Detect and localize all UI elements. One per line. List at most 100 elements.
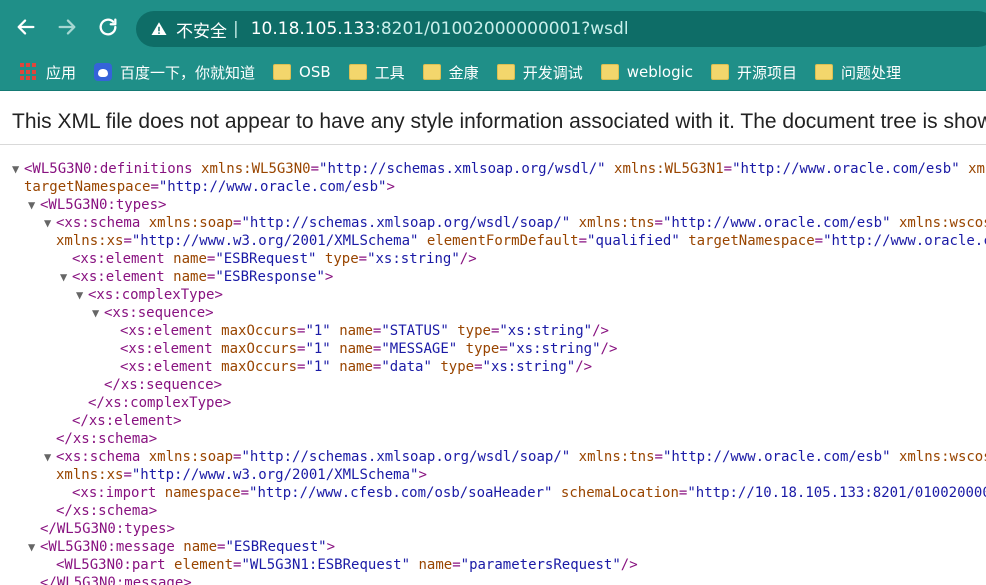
- xml-line[interactable]: ▼ <WL5G3N0:message name="ESBRequest">: [0, 538, 986, 556]
- xml-line-text: <xs:schema xmlns:soap="http://schemas.xm…: [56, 449, 986, 465]
- xml-line-text: <WL5G3N0:part element="WL5G3N1:ESBReques…: [56, 557, 638, 573]
- xml-tree: ▼ <WL5G3N0:definitions xmlns:WL5G3N0="htt…: [0, 160, 986, 585]
- xml-line[interactable]: ▼ <xs:schema xmlns:soap="http://schemas.x…: [0, 214, 986, 232]
- xml-line-text: <WL5G3N0:types>: [40, 197, 167, 213]
- collapse-toggle-icon[interactable]: ▼: [44, 214, 54, 232]
- xml-line-text: xmlns:xs="http://www.w3.org/2001/XMLSche…: [56, 233, 986, 249]
- xml-line-text: xmlns:xs="http://www.w3.org/2001/XMLSche…: [56, 467, 427, 483]
- arrow-left-icon: [17, 19, 35, 35]
- back-button[interactable]: [12, 13, 40, 41]
- xml-line-text: </xs:schema>: [56, 431, 158, 447]
- collapse-toggle-icon[interactable]: ▼: [76, 286, 86, 304]
- bookmark-folder-issues[interactable]: 问题处理: [815, 58, 901, 86]
- browser-top-bar: 不安全 | 10.18.105.133:8201/01002000000001?…: [0, 0, 986, 54]
- baidu-paw-icon: [94, 63, 113, 81]
- xml-line: </WL5G3N0:message>: [0, 574, 986, 585]
- bookmark-folder-weblogic[interactable]: weblogic: [600, 58, 694, 86]
- xml-line-text: targetNamespace="http://www.oracle.com/e…: [24, 179, 395, 195]
- reload-icon: [99, 18, 117, 36]
- xml-line: <xs:element maxOccurs="1" name="STATUS" …: [0, 322, 986, 340]
- xml-line: targetNamespace="http://www.oracle.com/e…: [0, 178, 986, 196]
- xml-line-text: <WL5G3N0:definitions xmlns:WL5G3N0="http…: [24, 161, 986, 177]
- bookmark-baidu[interactable]: 百度一下，你就知道: [94, 58, 255, 86]
- collapse-toggle-icon[interactable]: ▼: [44, 448, 54, 466]
- xml-line-text: </xs:element>: [72, 413, 182, 429]
- xml-line: <WL5G3N0:part element="WL5G3N1:ESBReques…: [0, 556, 986, 574]
- folder-icon: [815, 64, 834, 80]
- bookmark-label: 金康: [448, 63, 479, 82]
- xml-line: </WL5G3N0:types>: [0, 520, 986, 538]
- xml-line-text: <WL5G3N0:message name="ESBRequest">: [40, 539, 336, 555]
- xml-line: </xs:element>: [0, 412, 986, 430]
- folder-icon: [273, 64, 292, 80]
- xml-line-text: </xs:complexType>: [88, 395, 232, 411]
- xml-line-text: <xs:element name="ESBRequest" type="xs:s…: [72, 251, 477, 267]
- folder-icon: [348, 64, 367, 80]
- xml-line: <xs:element name="ESBRequest" type="xs:s…: [0, 250, 986, 268]
- bookmark-folder-jinkang[interactable]: 金康: [422, 58, 479, 86]
- xml-line: </xs:schema>: [0, 502, 986, 520]
- xml-line-text: </WL5G3N0:types>: [40, 521, 175, 537]
- xml-line: xmlns:xs="http://www.w3.org/2001/XMLSche…: [0, 232, 986, 250]
- bookmark-folder-dev-debug[interactable]: 开发调试: [496, 58, 583, 86]
- xml-line-text: <xs:schema xmlns:soap="http://schemas.xm…: [56, 215, 986, 231]
- xml-line[interactable]: ▼ <xs:element name="ESBResponse">: [0, 268, 986, 286]
- xml-line[interactable]: ▼ <xs:schema xmlns:soap="http://schemas.x…: [0, 448, 986, 466]
- forward-button[interactable]: [53, 13, 81, 41]
- url-host: 10.18.105.133: [250, 19, 376, 39]
- xml-line-text: <xs:sequence>: [104, 305, 214, 321]
- bookmark-folder-open-source[interactable]: 开源项目: [711, 58, 797, 86]
- url-path: :8201/01002000000001?wsdl: [375, 19, 629, 39]
- xml-line-text: <xs:element maxOccurs="1" name="data" ty…: [120, 359, 593, 375]
- xml-info-message: This XML file does not appear to have an…: [12, 110, 986, 133]
- xml-line[interactable]: ▼ <WL5G3N0:types>: [0, 196, 986, 214]
- xml-line-text: </WL5G3N0:message>: [40, 575, 192, 585]
- xml-line[interactable]: ▼ <xs:sequence>: [0, 304, 986, 322]
- info-divider: [0, 144, 986, 145]
- xml-line: </xs:complexType>: [0, 394, 986, 412]
- collapse-toggle-icon[interactable]: ▼: [60, 268, 70, 286]
- collapse-toggle-icon[interactable]: ▼: [12, 160, 22, 178]
- bookmark-apps[interactable]: 应用: [20, 58, 76, 86]
- bookmark-label: 开发调试: [522, 63, 583, 82]
- bookmark-folder-osb[interactable]: OSB: [273, 58, 331, 86]
- arrow-right-icon: [58, 19, 76, 35]
- folder-icon: [496, 64, 515, 80]
- collapse-toggle-icon[interactable]: ▼: [28, 196, 38, 214]
- xml-line-text: </xs:schema>: [56, 503, 158, 519]
- bookmark-label: 百度一下，你就知道: [120, 63, 256, 82]
- bookmark-label: weblogic: [626, 63, 694, 81]
- insecure-label[interactable]: 不安全: [176, 17, 227, 42]
- bookmark-label: 开源项目: [737, 63, 798, 82]
- xml-line: </xs:sequence>: [0, 376, 986, 394]
- xml-line: <xs:element maxOccurs="1" name="MESSAGE"…: [0, 340, 986, 358]
- address-separator: |: [233, 19, 239, 39]
- xml-line-text: <xs:element name="ESBResponse">: [72, 269, 334, 285]
- bookmark-label: OSB: [299, 63, 331, 81]
- bookmark-label: 工具: [374, 63, 405, 82]
- apps-grid-icon: [20, 63, 38, 81]
- xml-line-text: <xs:element maxOccurs="1" name="MESSAGE"…: [120, 341, 618, 357]
- folder-icon: [422, 64, 441, 80]
- folder-icon: [600, 64, 619, 80]
- xml-line-text: <xs:import namespace="http://www.cfesb.c…: [72, 485, 986, 501]
- reload-button[interactable]: [94, 13, 122, 41]
- xml-line-text: <xs:element maxOccurs="1" name="STATUS" …: [120, 323, 609, 339]
- bookmark-folder-tools[interactable]: 工具: [348, 58, 405, 86]
- address-bar[interactable]: 不安全 | 10.18.105.133:8201/01002000000001?…: [136, 11, 986, 47]
- bookmark-label: 应用: [46, 63, 77, 82]
- xml-line: </xs:schema>: [0, 430, 986, 448]
- warning-icon: [151, 22, 167, 35]
- xml-line-text: <xs:complexType>: [88, 287, 223, 303]
- collapse-toggle-icon[interactable]: ▼: [92, 304, 102, 322]
- bookmark-label: 问题处理: [841, 63, 902, 82]
- xml-line: <xs:import namespace="http://www.cfesb.c…: [0, 484, 986, 502]
- xml-line: xmlns:xs="http://www.w3.org/2001/XMLSche…: [0, 466, 986, 484]
- xml-line: <xs:element maxOccurs="1" name="data" ty…: [0, 358, 986, 376]
- xml-line[interactable]: ▼ <xs:complexType>: [0, 286, 986, 304]
- xml-line[interactable]: ▼ <WL5G3N0:definitions xmlns:WL5G3N0="htt…: [0, 160, 986, 178]
- xml-line-text: </xs:sequence>: [104, 377, 223, 393]
- folder-icon: [711, 64, 730, 80]
- bookmarks-bar: 应用 百度一下，你就知道 OSB 工具 金康 开发调试 weblogic 开源项…: [0, 54, 986, 91]
- collapse-toggle-icon[interactable]: ▼: [28, 538, 38, 556]
